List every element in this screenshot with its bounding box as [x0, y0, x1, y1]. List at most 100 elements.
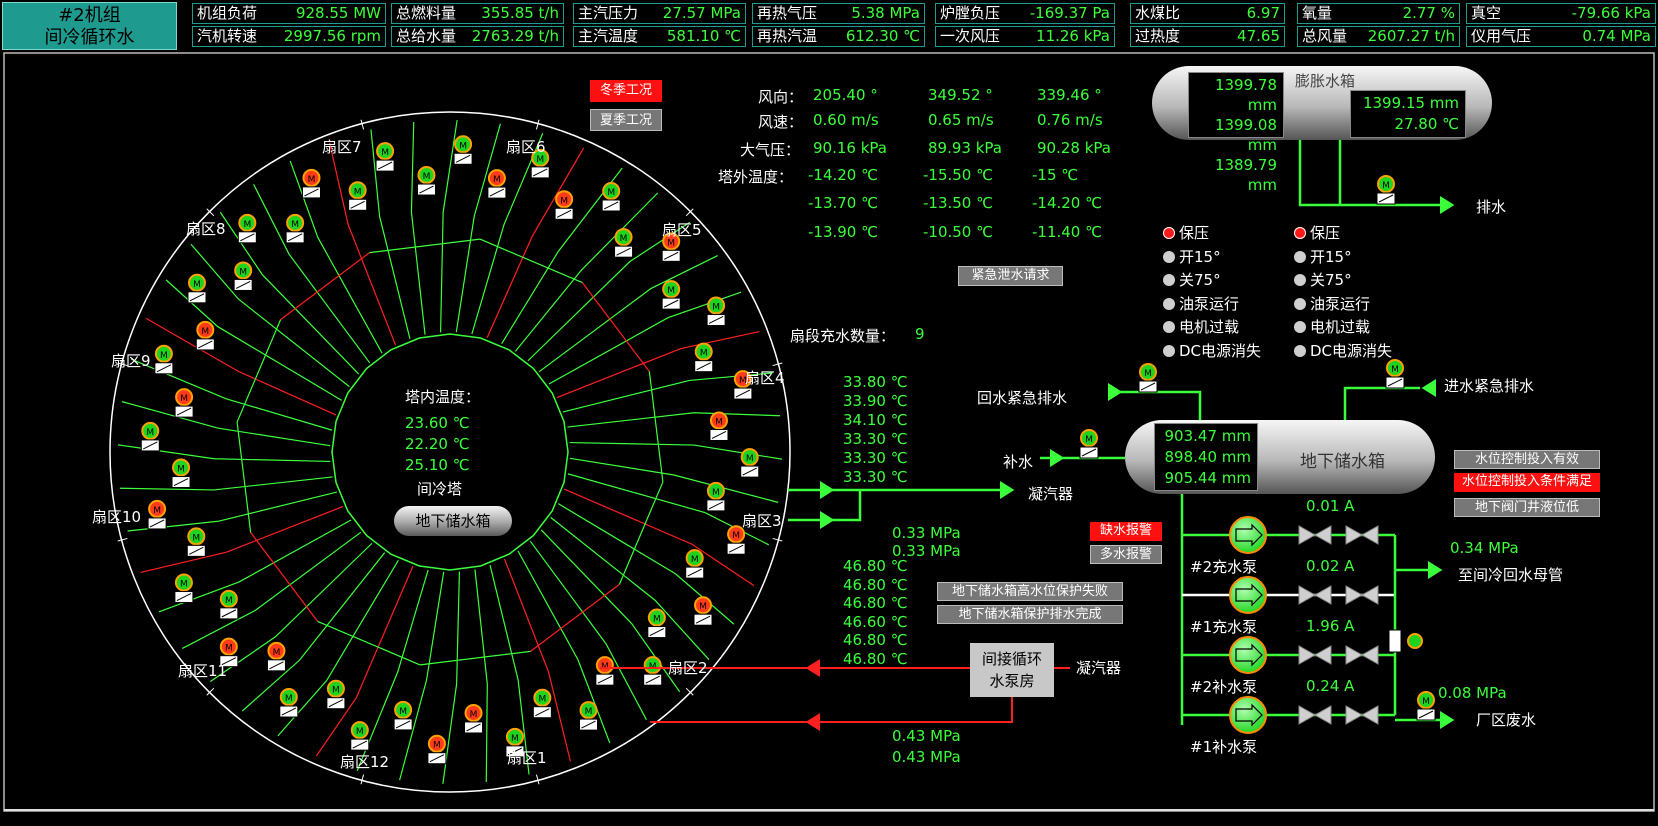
motor-valve-icon[interactable]: M: [554, 190, 574, 220]
status-item: 保压: [1163, 222, 1209, 243]
pump-icon[interactable]: [1229, 576, 1267, 614]
motor-valve-icon[interactable]: M: [174, 573, 194, 604]
motor-valve-icon[interactable]: M: [348, 181, 368, 211]
motor-valve-icon[interactable]: M: [647, 608, 667, 639]
motor-valve-icon[interactable]: M: [195, 320, 215, 351]
motor-valve-icon[interactable]: M: [301, 168, 321, 199]
pump-icon[interactable]: [1229, 696, 1267, 734]
status-item: 保压: [1294, 222, 1340, 243]
check-valve-icon[interactable]: [1345, 645, 1379, 665]
motor-valve-icon[interactable]: M: [643, 656, 663, 686]
pump-icon[interactable]: [1229, 516, 1267, 554]
summer-mode-button[interactable]: 夏季工况: [590, 109, 662, 131]
motor-valve-icon[interactable]: M: [693, 596, 713, 626]
motor-valve-icon[interactable]: M: [326, 679, 346, 710]
motor-valve-icon[interactable]: M: [601, 181, 621, 212]
motor-valve-icon[interactable]: M: [694, 342, 714, 373]
motor-valve-icon[interactable]: M: [279, 688, 299, 718]
check-valve-icon[interactable]: [1298, 525, 1332, 545]
svg-text:M: M: [699, 602, 707, 612]
motor-valve-icon[interactable]: M: [661, 280, 681, 310]
tower-branch: [190, 243, 350, 388]
motor-valve-icon[interactable]: M: [416, 166, 436, 196]
motor-valve-icon[interactable]: M: [464, 703, 484, 734]
inlet-drain-valve-icon[interactable]: M: [1385, 359, 1405, 389]
bypass-motor-icon[interactable]: [1407, 633, 1423, 649]
motor-valve-icon[interactable]: M: [706, 481, 726, 512]
tower-branch: [538, 255, 718, 373]
motor-valve-icon[interactable]: M: [237, 213, 257, 244]
check-valve-icon[interactable]: [1345, 585, 1379, 605]
status-item: 油泵运行: [1294, 293, 1370, 314]
svg-text:M: M: [399, 707, 407, 717]
ring-tick: [535, 119, 540, 130]
motor-valve-icon[interactable]: M: [595, 656, 615, 686]
tower-branch: [474, 569, 488, 783]
condenser-label-in: 凝汽器: [1076, 659, 1122, 677]
inner-temp-label: 塔内温度：: [405, 388, 481, 406]
pump-name: #1补水泵: [1190, 738, 1258, 756]
svg-text:M: M: [180, 394, 188, 404]
inlet-drain-label: 进水紧急排水: [1444, 377, 1535, 395]
motor-valve-icon[interactable]: M: [453, 135, 473, 165]
return-drain-valve-icon[interactable]: M: [1138, 363, 1158, 393]
tower-tank[interactable]: 地下储水箱: [394, 506, 512, 536]
pump-house[interactable]: 间接循环 水泵房: [970, 643, 1054, 697]
check-valve-icon[interactable]: [1298, 585, 1332, 605]
status-label: 关75°: [1179, 271, 1221, 289]
return-pressure-2: 0.43 MPa: [892, 748, 961, 766]
motor-valve-icon[interactable]: M: [709, 411, 729, 441]
winter-mode-button[interactable]: 冬季工况: [590, 80, 662, 102]
outlet-pressure-1: 0.33 MPa: [892, 524, 961, 542]
bypass-valve-icon[interactable]: [1388, 629, 1402, 653]
check-valve-icon[interactable]: [1298, 705, 1332, 725]
motor-valve-icon[interactable]: M: [487, 169, 507, 199]
motor-valve-icon[interactable]: M: [706, 296, 726, 326]
check-valve-icon[interactable]: [1345, 705, 1379, 725]
motor-valve-icon[interactable]: M: [579, 701, 599, 731]
motor-valve-icon[interactable]: M: [532, 688, 552, 719]
motor-valve-icon[interactable]: M: [233, 261, 253, 291]
makeup-valve-icon[interactable]: M: [1079, 429, 1099, 459]
motor-valve-icon[interactable]: M: [147, 499, 167, 530]
motor-valve-icon[interactable]: M: [187, 273, 207, 304]
motor-valve-icon[interactable]: M: [740, 448, 760, 478]
motor-valve-icon[interactable]: M: [154, 344, 174, 375]
motor-valve-icon[interactable]: M: [375, 142, 395, 172]
pump-house-line2: 水泵房: [989, 672, 1035, 690]
svg-text:M: M: [607, 188, 615, 198]
motor-valve-icon[interactable]: M: [174, 388, 194, 418]
return-temp: 46.80 ℃: [843, 631, 908, 649]
pump-name: #2充水泵: [1190, 558, 1258, 576]
motor-valve-icon[interactable]: M: [186, 527, 206, 557]
motor-valve-icon[interactable]: M: [393, 700, 413, 731]
status-lamp-icon: [1163, 227, 1175, 239]
emergency-drain-request[interactable]: 紧急泄水请求: [958, 266, 1063, 286]
storage-level-box: 903.47 mm 898.40 mm 905.44 mm: [1154, 423, 1258, 491]
flow-arrow-icon: [820, 511, 835, 529]
motor-valve-icon[interactable]: M: [171, 458, 191, 489]
ring-tick: [685, 208, 694, 217]
motor-valve-icon[interactable]: M: [219, 589, 239, 620]
weather-wind-speed-value: 0.60 m/s: [813, 111, 879, 129]
flow-arrow-icon: [1000, 481, 1015, 499]
ring-tick: [206, 687, 215, 696]
motor-valve-icon[interactable]: M: [285, 213, 305, 244]
motor-valve-icon[interactable]: M: [350, 721, 370, 751]
check-valve-icon[interactable]: [1298, 645, 1332, 665]
pressure-label: 大气压：: [740, 141, 801, 159]
weather-wind-dir-value: 339.46 °: [1037, 86, 1102, 104]
return-temp: 46.80 ℃: [843, 575, 908, 594]
motor-valve-icon[interactable]: M: [614, 228, 634, 258]
waste-valve-icon[interactable]: M: [1416, 691, 1436, 721]
motor-valve-icon[interactable]: M: [266, 641, 286, 672]
motor-valve-icon[interactable]: M: [427, 734, 447, 765]
motor-valve-icon[interactable]: M: [685, 549, 705, 579]
weather-pressure-value: 90.16 kPa: [813, 139, 887, 157]
expansion-drain-valve-icon[interactable]: M: [1376, 175, 1396, 205]
motor-valve-icon[interactable]: M: [140, 421, 160, 452]
makeup-label: 补水: [1003, 453, 1034, 471]
check-valve-icon[interactable]: [1345, 525, 1379, 545]
pump-icon[interactable]: [1229, 636, 1267, 674]
flow-arrow-icon: [1428, 561, 1443, 579]
